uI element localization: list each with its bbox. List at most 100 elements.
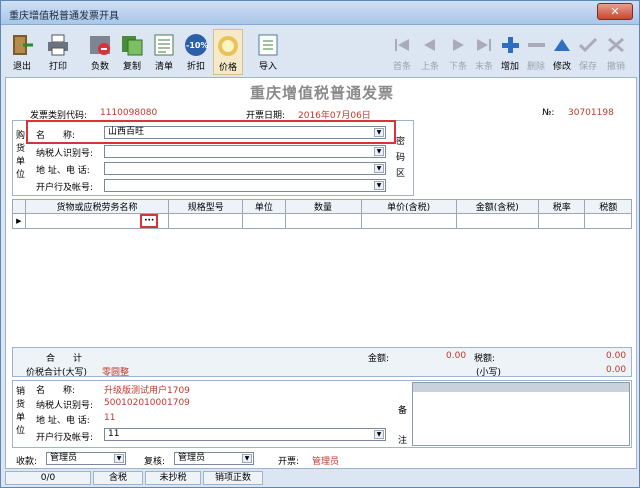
next-icon bbox=[453, 39, 464, 51]
next-button[interactable]: 下条 bbox=[445, 29, 471, 75]
chevron-down-icon[interactable]: ▼ bbox=[242, 454, 252, 463]
negative-icon bbox=[90, 36, 110, 55]
invoice-title: 重庆增值税普通发票 bbox=[249, 84, 394, 102]
cipher-char: 码 bbox=[396, 153, 406, 163]
last-button[interactable]: 末条 bbox=[471, 29, 497, 75]
goods-name-header: 货物或应税劳务名称 bbox=[24, 199, 170, 214]
tax-amount-cell[interactable] bbox=[584, 213, 632, 229]
edit-icon bbox=[554, 39, 570, 51]
price-cell[interactable] bbox=[360, 213, 457, 229]
chevron-down-icon[interactable]: ▼ bbox=[374, 181, 384, 190]
import-icon bbox=[258, 34, 278, 56]
remark-label: 备 注 bbox=[398, 396, 407, 456]
small-value: 0.00 bbox=[606, 365, 627, 375]
table-row[interactable]: ▶ ··· bbox=[12, 213, 632, 229]
unit-cell[interactable] bbox=[242, 213, 286, 229]
buyer-side-char: 货 bbox=[16, 144, 26, 154]
seller-side-char: 货 bbox=[16, 400, 26, 410]
buyer-tax-label: 纳税人识别号: bbox=[36, 149, 94, 159]
tax-rate-cell[interactable] bbox=[538, 213, 586, 229]
small-label: (小写) bbox=[476, 368, 502, 378]
next-label: 下条 bbox=[448, 62, 467, 72]
chevron-down-icon[interactable]: ▼ bbox=[114, 454, 124, 463]
seller-addr-label: 地 址、电 话: bbox=[36, 416, 90, 426]
total-words-label: 价税合计(大写) bbox=[26, 368, 88, 378]
title-bar: 重庆增值税普通发票开具 ✕ bbox=[1, 1, 639, 25]
save-button[interactable]: 保存 bbox=[575, 29, 601, 75]
toolbar: 退出 打印 负数 复制 清单 折扣 -10% 价格 导入 首条 上条 下条 末条… bbox=[5, 29, 637, 75]
prev-button[interactable]: 上条 bbox=[417, 29, 443, 75]
copy-icon bbox=[122, 36, 143, 56]
first-icon bbox=[395, 39, 409, 51]
checkmark-icon bbox=[578, 37, 598, 53]
first-button[interactable]: 首条 bbox=[389, 29, 415, 75]
seller-side-char: 单 bbox=[16, 413, 26, 423]
buyer-side-char: 购 bbox=[16, 131, 26, 141]
exit-button[interactable]: 退出 bbox=[7, 29, 37, 75]
add-button[interactable]: 增加 bbox=[497, 29, 523, 75]
negative-button[interactable]: 负数 bbox=[85, 29, 115, 75]
undo-label: 撤销 bbox=[606, 62, 625, 72]
discount-button[interactable]: 折扣 bbox=[181, 29, 211, 75]
seller-addr-value: 11 bbox=[104, 413, 116, 423]
checker-value: 管理员 bbox=[178, 453, 206, 463]
remark-header bbox=[413, 383, 629, 392]
buyer-side-char: 单 bbox=[16, 157, 26, 167]
close-button[interactable]: ✕ bbox=[597, 3, 633, 20]
seller-bank-combo[interactable]: 11 ▼ bbox=[104, 428, 386, 441]
issuer-label: 开票: bbox=[278, 457, 300, 467]
issuer-value: 管理员 bbox=[312, 457, 340, 467]
spec-cell[interactable] bbox=[168, 213, 244, 229]
save-label: 保存 bbox=[578, 62, 597, 72]
delete-icon bbox=[528, 43, 545, 47]
seller-bank-label: 开户行及帐号: bbox=[36, 433, 94, 443]
quantity-cell[interactable] bbox=[284, 213, 362, 229]
exit-icon bbox=[13, 35, 33, 55]
cipher-char: 密 bbox=[396, 137, 406, 147]
price-icon bbox=[218, 36, 238, 56]
price-button[interactable]: 价格 bbox=[213, 29, 243, 75]
payee-label: 收款: bbox=[16, 457, 38, 467]
remark-char: 备 bbox=[398, 406, 408, 416]
goods-name-cell[interactable]: ··· bbox=[24, 213, 170, 229]
buyer-bank-combo[interactable]: ▼ bbox=[104, 179, 386, 192]
chevron-down-icon[interactable]: ▼ bbox=[374, 147, 384, 156]
tax-rate-header: 税率 bbox=[538, 199, 586, 214]
remark-input[interactable] bbox=[412, 382, 630, 446]
buyer-addr-combo[interactable]: ▼ bbox=[104, 162, 386, 175]
chevron-down-icon[interactable]: ▼ bbox=[374, 430, 384, 439]
copy-button[interactable]: 复制 bbox=[117, 29, 147, 75]
invoice-code-value: 1110098080 bbox=[100, 108, 158, 118]
status-tax-mode: 含税 bbox=[93, 471, 143, 485]
checker-combo[interactable]: 管理员 ▼ bbox=[174, 452, 254, 465]
checker-label: 复核: bbox=[144, 457, 166, 467]
ellipsis-button[interactable]: ··· bbox=[140, 214, 159, 228]
buyer-side-label: 购 货 单 位 bbox=[16, 130, 25, 182]
amount-label: 金额: bbox=[368, 354, 390, 364]
amount-value: 0.00 bbox=[446, 351, 467, 361]
payee-combo[interactable]: 管理员 ▼ bbox=[46, 452, 126, 465]
cipher-char: 区 bbox=[396, 169, 406, 179]
undo-button[interactable]: 撤销 bbox=[603, 29, 629, 75]
tax-total-value: 0.00 bbox=[606, 351, 627, 361]
seller-name-value: 升级版测试用户1709 bbox=[104, 386, 190, 396]
chevron-down-icon[interactable]: ▼ bbox=[374, 164, 384, 173]
delete-button[interactable]: 删除 bbox=[523, 29, 549, 75]
total-words-value: 零圆整 bbox=[102, 368, 130, 378]
list-button[interactable]: 清单 bbox=[149, 29, 179, 75]
negative-label: 负数 bbox=[90, 62, 109, 72]
exit-label: 退出 bbox=[12, 62, 31, 72]
amount-cell[interactable] bbox=[455, 213, 540, 229]
status-count: 0/0 bbox=[5, 471, 91, 485]
tax-amount-header: 税额 bbox=[584, 199, 632, 214]
print-button[interactable]: 打印 bbox=[43, 29, 73, 75]
seller-tax-label: 纳税人识别号: bbox=[36, 401, 94, 411]
goods-table: 货物或应税劳务名称 规格型号 单位 数量 单价(含税) 金额(含税) 税率 税额… bbox=[12, 199, 632, 229]
copy-label: 复制 bbox=[122, 62, 141, 72]
buyer-tax-combo[interactable]: ▼ bbox=[104, 145, 386, 158]
status-bar: 0/0 含税 未抄税 销项正数 bbox=[5, 471, 637, 486]
import-button[interactable]: 导入 bbox=[253, 29, 283, 75]
seller-side-char: 销 bbox=[16, 387, 26, 397]
edit-button[interactable]: 修改 bbox=[549, 29, 575, 75]
buyer-bank-label: 开户行及帐号: bbox=[36, 183, 94, 193]
